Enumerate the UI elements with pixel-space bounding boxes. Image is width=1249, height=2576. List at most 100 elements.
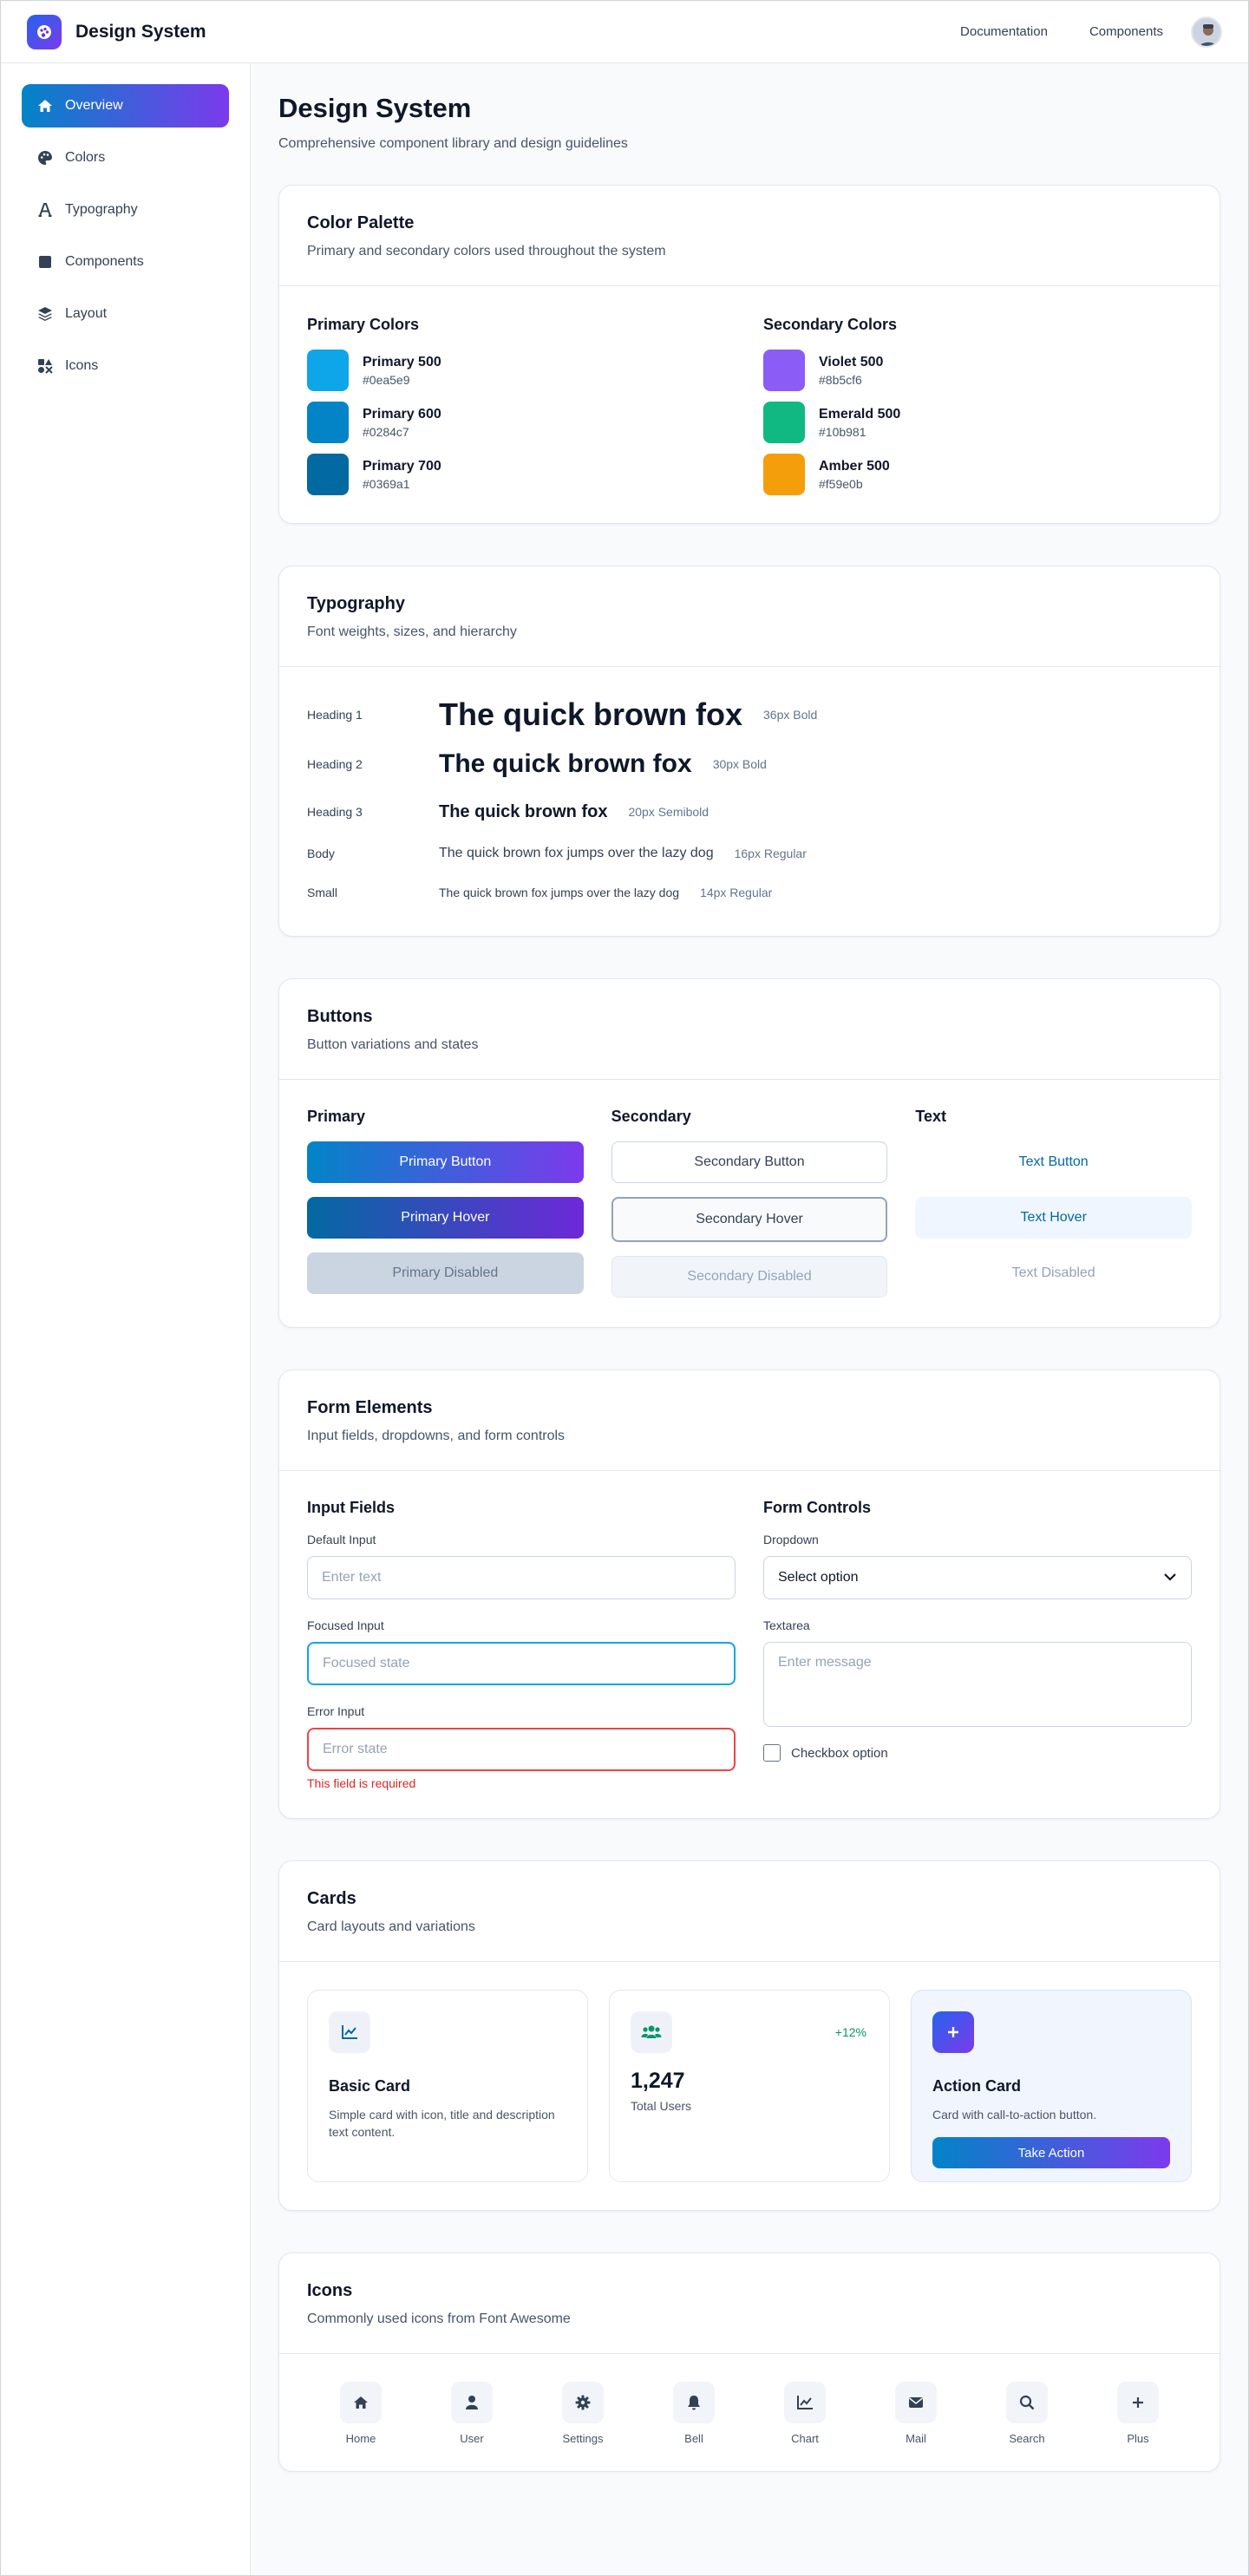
- stat-label: Total Users: [631, 2099, 692, 2113]
- card-subtitle: Font weights, sizes, and hierarchy: [307, 624, 517, 639]
- sidebar-item-label: Colors: [65, 150, 106, 165]
- sidebar-item-label: Typography: [65, 202, 138, 217]
- sidebar-item-colors[interactable]: Colors: [22, 136, 229, 180]
- icon-tile-mail[interactable]: Mail: [888, 2382, 944, 2445]
- color-swatch-row: Amber 500 #f59e0b: [763, 454, 1192, 495]
- secondary-disabled-button: Secondary Disabled: [611, 1256, 888, 1298]
- mail-icon: [895, 2382, 937, 2423]
- color-palette-card: Color Palette Primary and secondary colo…: [278, 185, 1220, 524]
- top-header: Design System Documentation Components: [1, 1, 1248, 63]
- color-name: Primary 600: [363, 406, 441, 422]
- avatar[interactable]: [1191, 16, 1222, 48]
- icon-tile-home[interactable]: Home: [333, 2382, 389, 2445]
- layers-icon: [36, 305, 55, 323]
- sidebar-item-layout[interactable]: Layout: [22, 292, 229, 336]
- dropdown-value: Select option: [778, 1570, 859, 1585]
- error-message: This field is required: [307, 1776, 416, 1790]
- type-label: Heading 1: [307, 708, 363, 722]
- checkbox-label: Checkbox option: [791, 1745, 888, 1761]
- sidebar-item-icons[interactable]: Icons: [22, 344, 229, 388]
- section-heading: Input Fields: [307, 1499, 395, 1516]
- card-subtitle: Primary and secondary colors used throug…: [307, 244, 666, 258]
- message-textarea[interactable]: Enter message: [763, 1642, 1192, 1727]
- type-meta: 30px Bold: [712, 757, 767, 771]
- card-description: Card with call-to-action button.: [932, 2108, 1097, 2122]
- icon-caption: Settings: [562, 2432, 604, 2445]
- card-title: Action Card: [932, 2077, 1022, 2095]
- type-row-h1: Heading 1 The quick brown fox 36px Bold: [307, 691, 1192, 738]
- secondary-hover-button[interactable]: Secondary Hover: [611, 1197, 888, 1242]
- color-swatch-row: Primary 500 #0ea5e9: [307, 350, 736, 391]
- main-content: Design System Comprehensive component li…: [251, 63, 1248, 2575]
- icon-tile-settings[interactable]: Settings: [555, 2382, 611, 2445]
- secondary-button[interactable]: Secondary Button: [611, 1141, 888, 1183]
- color-swatch-row: Violet 500 #8b5cf6: [763, 350, 1192, 391]
- form-elements-card: Form Elements Input fields, dropdowns, a…: [278, 1370, 1220, 1819]
- color-swatch-row: Primary 600 #0284c7: [307, 402, 736, 443]
- stat-card[interactable]: +12% 1,247 Total Users: [609, 1990, 890, 2182]
- icon-tile-user[interactable]: User: [444, 2382, 500, 2445]
- primary-button[interactable]: Primary Button: [307, 1141, 584, 1183]
- icons-card: Icons Commonly used icons from Font Awes…: [278, 2252, 1220, 2472]
- take-action-button[interactable]: Take Action: [932, 2137, 1170, 2169]
- type-meta: 36px Bold: [763, 708, 818, 722]
- error-input[interactable]: Error state: [307, 1728, 736, 1771]
- users-icon: [631, 2011, 672, 2053]
- icon-tile-search[interactable]: Search: [999, 2382, 1055, 2445]
- primary-buttons-group: Primary Primary Button Primary Hover Pri…: [307, 1108, 584, 1311]
- sidebar-item-label: Icons: [65, 358, 99, 373]
- icons-icon: [36, 357, 55, 375]
- sidebar-item-components[interactable]: Components: [22, 240, 229, 284]
- card-subtitle: Input fields, dropdowns, and form contro…: [307, 1429, 566, 1443]
- type-sample: The quick brown fox: [439, 801, 608, 821]
- home-icon: [340, 2382, 382, 2423]
- default-input-label: Default Input: [307, 1533, 376, 1546]
- error-input-label: Error Input: [307, 1704, 365, 1718]
- sidebar-item-overview[interactable]: Overview: [22, 84, 229, 127]
- text-button[interactable]: Text Button: [915, 1141, 1192, 1183]
- section-heading: Secondary: [611, 1108, 691, 1125]
- default-input[interactable]: Enter text: [307, 1556, 736, 1599]
- checkbox-option[interactable]: Checkbox option: [763, 1744, 1192, 1762]
- typography-card: Typography Font weights, sizes, and hier…: [278, 566, 1220, 937]
- font-icon: [36, 201, 55, 219]
- card-subtitle: Button variations and states: [307, 1037, 479, 1052]
- growth-badge: +12%: [834, 2025, 866, 2039]
- text-hover-button[interactable]: Text Hover: [915, 1197, 1193, 1239]
- color-hex: #0369a1: [363, 476, 410, 491]
- dropdown-label: Dropdown: [763, 1533, 819, 1546]
- icon-tile-plus[interactable]: Plus: [1110, 2382, 1166, 2445]
- palette-icon: [36, 149, 55, 167]
- color-hex: #0284c7: [363, 424, 409, 439]
- sidebar-item-label: Components: [65, 254, 144, 269]
- focused-input[interactable]: Focused state: [307, 1642, 736, 1685]
- type-meta: 14px Regular: [700, 886, 773, 899]
- user-icon: [451, 2382, 493, 2423]
- basic-card[interactable]: Basic Card Simple card with icon, title …: [307, 1990, 588, 2182]
- nav-components-link[interactable]: Components: [1089, 24, 1163, 39]
- home-icon: [36, 97, 55, 114]
- checkbox[interactable]: [763, 1744, 781, 1762]
- card-title: Icons: [307, 2281, 353, 2300]
- icon-caption: User: [460, 2432, 484, 2445]
- icon-tile-chart[interactable]: Chart: [777, 2382, 833, 2445]
- icon-tile-bell[interactable]: Bell: [666, 2382, 722, 2445]
- icon-caption: Search: [1009, 2432, 1045, 2445]
- brand-title: Design System: [75, 21, 206, 42]
- text-buttons-group: Text Text Button Text Hover Text Disable…: [915, 1108, 1193, 1311]
- nav-documentation-link[interactable]: Documentation: [960, 24, 1048, 39]
- color-hex: #10b981: [819, 424, 866, 439]
- top-nav: Documentation Components: [919, 16, 1222, 48]
- card-title: Typography: [307, 594, 405, 613]
- type-meta: 16px Regular: [734, 847, 807, 860]
- action-card[interactable]: Action Card Card with call-to-action but…: [911, 1990, 1192, 2182]
- search-icon: [1006, 2382, 1048, 2423]
- section-heading: Primary Colors: [307, 316, 420, 333]
- section-heading: Form Controls: [763, 1499, 871, 1516]
- sidebar-item-typography[interactable]: Typography: [22, 188, 229, 232]
- primary-hover-button[interactable]: Primary Hover: [307, 1197, 584, 1239]
- page-subtitle: Comprehensive component library and desi…: [278, 136, 628, 151]
- plus-icon: [932, 2011, 974, 2053]
- dropdown-select[interactable]: Select option: [763, 1556, 1192, 1599]
- section-heading: Secondary Colors: [763, 316, 898, 333]
